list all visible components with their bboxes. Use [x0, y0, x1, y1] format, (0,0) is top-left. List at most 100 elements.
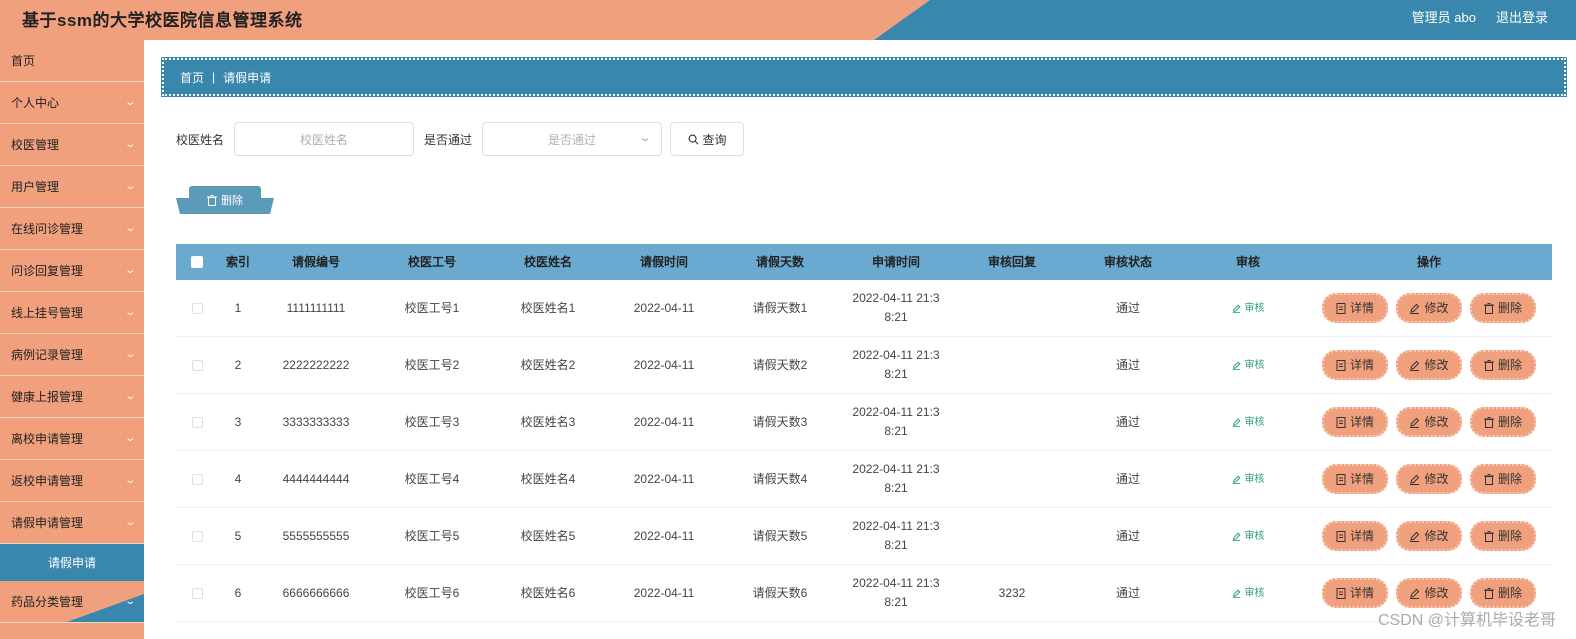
cell-audit: 审核 — [1186, 356, 1310, 375]
edit-icon — [1232, 304, 1240, 313]
detail-button[interactable]: 详情 — [1322, 578, 1388, 608]
sidebar-item[interactable]: 个人中心 ⌄ — [0, 82, 144, 124]
edit-icon — [1409, 588, 1420, 599]
edit-button-label: 修改 — [1424, 357, 1449, 372]
trash-icon — [1483, 530, 1494, 542]
delete-button[interactable]: 删除 — [1470, 407, 1536, 437]
audit-link-label: 审核 — [1244, 359, 1265, 371]
select-all-checkbox[interactable] — [191, 256, 203, 268]
cell-apply-time: 2022-04-11 21:3 8:21 — [838, 574, 954, 612]
delete-button[interactable]: 删除 — [1470, 464, 1536, 494]
sidebar-item-label: 请假申请管理 — [11, 516, 84, 530]
audit-link[interactable]: 审核 — [1232, 527, 1265, 546]
detail-button-label: 详情 — [1349, 357, 1374, 372]
column-header: 索引 — [225, 254, 250, 269]
apply-time-line: 8:21 — [884, 424, 908, 438]
logout-link[interactable]: 退出登录 — [1496, 7, 1548, 26]
table-row: 6 6666666666 校医工号6 校医姓名6 2022-04-11 请假天数6 2022… — [176, 565, 1552, 622]
sidebar-item[interactable]: 离校申请管理 ⌄ — [0, 418, 144, 460]
row-checkbox[interactable] — [191, 359, 203, 371]
edit-button[interactable]: 修改 — [1396, 293, 1462, 323]
cell-audit-status: 通过 — [1115, 585, 1140, 600]
sidebar-item[interactable]: 在线问诊管理 ⌄ — [0, 208, 144, 250]
sidebar-item[interactable]: 返校申请管理 ⌄ — [0, 460, 144, 502]
table-row: 4 4444444444 校医工号4 校医姓名4 2022-04-11 请假天数4 2022… — [176, 451, 1552, 508]
name-filter-input[interactable]: 校医姓名 — [234, 122, 415, 156]
apply-time-line: 8:21 — [884, 538, 908, 552]
cell-doctor-name: 校医姓名3 — [520, 414, 576, 429]
sidebar-subitem-active[interactable]: 请假申请 — [0, 544, 144, 581]
delete-button[interactable]: 删除 — [1470, 578, 1536, 608]
sidebar-item[interactable]: 线上挂号管理 ⌄ — [0, 292, 144, 334]
detail-button[interactable]: 详情 — [1322, 350, 1388, 380]
cell-leave-no: 2222222222 — [282, 357, 350, 372]
name-filter-label: 校医姓名 — [176, 132, 225, 147]
cell-doctor-name: 校医姓名1 — [520, 300, 576, 315]
current-user[interactable]: 管理员 abo — [1412, 7, 1476, 26]
sidebar-item[interactable]: 首页 — [0, 40, 144, 82]
sidebar-item[interactable]: 健康上报管理 ⌄ — [0, 376, 144, 418]
cell-doctor-id: 校医工号4 — [404, 471, 460, 486]
row-checkbox[interactable] — [191, 416, 203, 428]
row-checkbox[interactable] — [191, 587, 203, 599]
search-bar: 校医姓名 校医姓名 是否通过 是否通过 ⌄ 查询 — [176, 122, 745, 156]
sidebar-item[interactable]: 药品分类管理 ⌄ — [0, 581, 144, 623]
edit-button[interactable]: 修改 — [1396, 407, 1462, 437]
query-button[interactable]: 查询 — [670, 122, 745, 156]
delete-button[interactable]: 删除 — [1470, 293, 1536, 323]
edit-button[interactable]: 修改 — [1396, 578, 1462, 608]
cell-leave-no: 5555555555 — [282, 528, 350, 543]
audit-link[interactable]: 审核 — [1232, 299, 1265, 318]
cell-leave-days: 请假天数3 — [752, 414, 808, 429]
edit-button[interactable]: 修改 — [1396, 350, 1462, 380]
chevron-down-icon: ⌄ — [638, 133, 651, 144]
detail-button[interactable]: 详情 — [1322, 293, 1388, 323]
detail-button[interactable]: 详情 — [1322, 464, 1388, 494]
sidebar-item[interactable]: 问诊回复管理 ⌄ — [0, 250, 144, 292]
chevron-down-icon: ⌄ — [123, 391, 136, 402]
sidebar-item-label: 首页 — [11, 54, 36, 68]
cell-leave-date: 2022-04-11 — [633, 414, 695, 429]
row-checkbox[interactable] — [191, 530, 203, 542]
query-button-label: 查询 — [702, 132, 727, 147]
apply-time-line: 8:21 — [884, 595, 908, 609]
batch-delete-button[interactable]: 删除 — [189, 186, 261, 214]
cell-operations: 详情 修改 删除 — [1310, 521, 1548, 551]
cell-audit-status: 通过 — [1115, 528, 1140, 543]
cell-apply-time: 2022-04-11 21:3 8:21 — [838, 289, 954, 327]
audit-link[interactable]: 审核 — [1232, 470, 1265, 489]
detail-button[interactable]: 详情 — [1322, 521, 1388, 551]
audit-link[interactable]: 审核 — [1232, 413, 1265, 432]
audit-link[interactable]: 审核 — [1232, 356, 1265, 375]
cell-audit: 审核 — [1186, 413, 1310, 432]
delete-button[interactable]: 删除 — [1470, 521, 1536, 551]
edit-button-label: 修改 — [1424, 528, 1449, 543]
sidebar-item[interactable]: 用户管理 ⌄ — [0, 166, 144, 208]
table-header: 索引 请假编号 校医工号 校医姓名 请假时间 请假天数 申请时间 审核回复 审核状态 审核 操作 — [176, 244, 1552, 280]
cell-apply-time: 2022-04-11 21:3 8:21 — [838, 460, 954, 498]
chevron-down-icon: ⌄ — [123, 596, 136, 607]
audit-link[interactable]: 审核 — [1232, 584, 1265, 603]
detail-button-label: 详情 — [1349, 471, 1374, 486]
sidebar-item[interactable]: 校医管理 ⌄ — [0, 124, 144, 166]
chevron-down-icon: ⌄ — [123, 517, 136, 528]
pass-filter-select[interactable]: 是否通过 ⌄ — [482, 122, 663, 156]
row-checkbox[interactable] — [191, 473, 203, 485]
detail-button[interactable]: 详情 — [1322, 407, 1388, 437]
apply-time-line: 8:21 — [884, 481, 908, 495]
edit-icon — [1409, 531, 1420, 542]
chevron-down-icon: ⌄ — [123, 265, 136, 276]
delete-button[interactable]: 删除 — [1470, 350, 1536, 380]
breadcrumb-home[interactable]: 首页 — [180, 69, 204, 86]
cell-index: 5 — [234, 528, 242, 543]
sidebar-item[interactable]: 请假申请管理 ⌄ — [0, 502, 144, 544]
cell-index: 2 — [234, 357, 242, 372]
edit-button[interactable]: 修改 — [1396, 521, 1462, 551]
detail-button-label: 详情 — [1349, 528, 1374, 543]
cell-audit-status: 通过 — [1115, 357, 1140, 372]
sidebar-item[interactable]: 病例记录管理 ⌄ — [0, 334, 144, 376]
edit-button[interactable]: 修改 — [1396, 464, 1462, 494]
row-checkbox[interactable] — [191, 302, 203, 314]
cell-doctor-name: 校医姓名2 — [520, 357, 576, 372]
sidebar-item-label: 离校申请管理 — [11, 432, 84, 446]
